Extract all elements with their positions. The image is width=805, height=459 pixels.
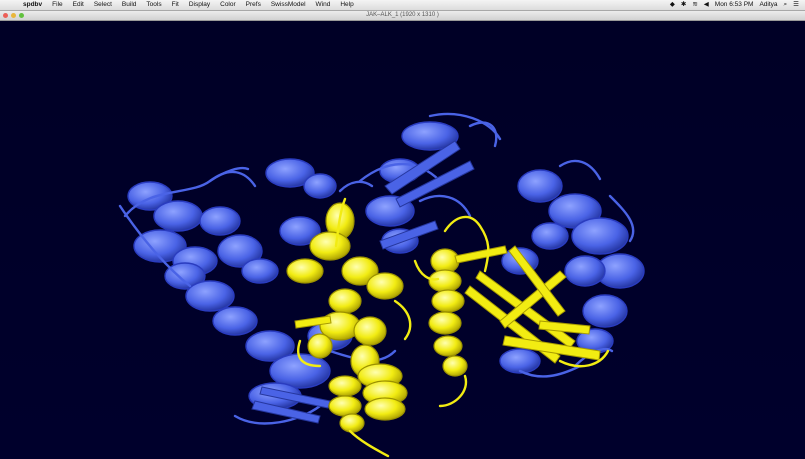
window-titlebar[interactable]: JAK–ALK_1 (1920 x 1310 ): [0, 11, 805, 21]
menu-select[interactable]: Select: [89, 0, 117, 10]
menu-file[interactable]: File: [47, 0, 67, 10]
protein-ribbon-render: [0, 21, 805, 459]
zoom-button[interactable]: [19, 12, 24, 18]
menu-help[interactable]: Help: [335, 0, 358, 10]
clock[interactable]: Mon 6:53 PM: [715, 0, 754, 10]
status-area: ◆ ✱ ≋ ◀ Mon 6:53 PM Aditya ⌕ ☰: [670, 0, 805, 10]
molecule-viewport[interactable]: [0, 21, 805, 459]
menu-wind[interactable]: Wind: [311, 0, 336, 10]
user-name[interactable]: Aditya: [759, 0, 777, 10]
menu-fit[interactable]: Fit: [167, 0, 184, 10]
bluetooth-icon[interactable]: ✱: [681, 0, 686, 10]
volume-icon[interactable]: ◀: [704, 0, 709, 10]
window-controls: [3, 12, 24, 18]
menu-bar: spdbv File Edit Select Build Tools Fit D…: [0, 0, 805, 11]
spotlight-icon[interactable]: ⌕: [784, 0, 788, 10]
dropbox-icon[interactable]: ◆: [670, 0, 675, 10]
menu-build[interactable]: Build: [117, 0, 141, 10]
window-title: JAK–ALK_1 (1920 x 1310 ): [366, 12, 439, 18]
minimize-button[interactable]: [11, 12, 16, 18]
menu-spdbv[interactable]: spdbv: [18, 0, 47, 10]
close-button[interactable]: [3, 12, 8, 18]
notification-center-icon[interactable]: ☰: [793, 0, 799, 10]
menu-display[interactable]: Display: [184, 0, 215, 10]
menu-color[interactable]: Color: [215, 0, 241, 10]
menu-prefs[interactable]: Prefs: [241, 0, 266, 10]
wifi-icon[interactable]: ≋: [692, 0, 697, 10]
menu-tools[interactable]: Tools: [141, 0, 166, 10]
menu-edit[interactable]: Edit: [68, 0, 89, 10]
menu-swissmodel[interactable]: SwissModel: [266, 0, 311, 10]
